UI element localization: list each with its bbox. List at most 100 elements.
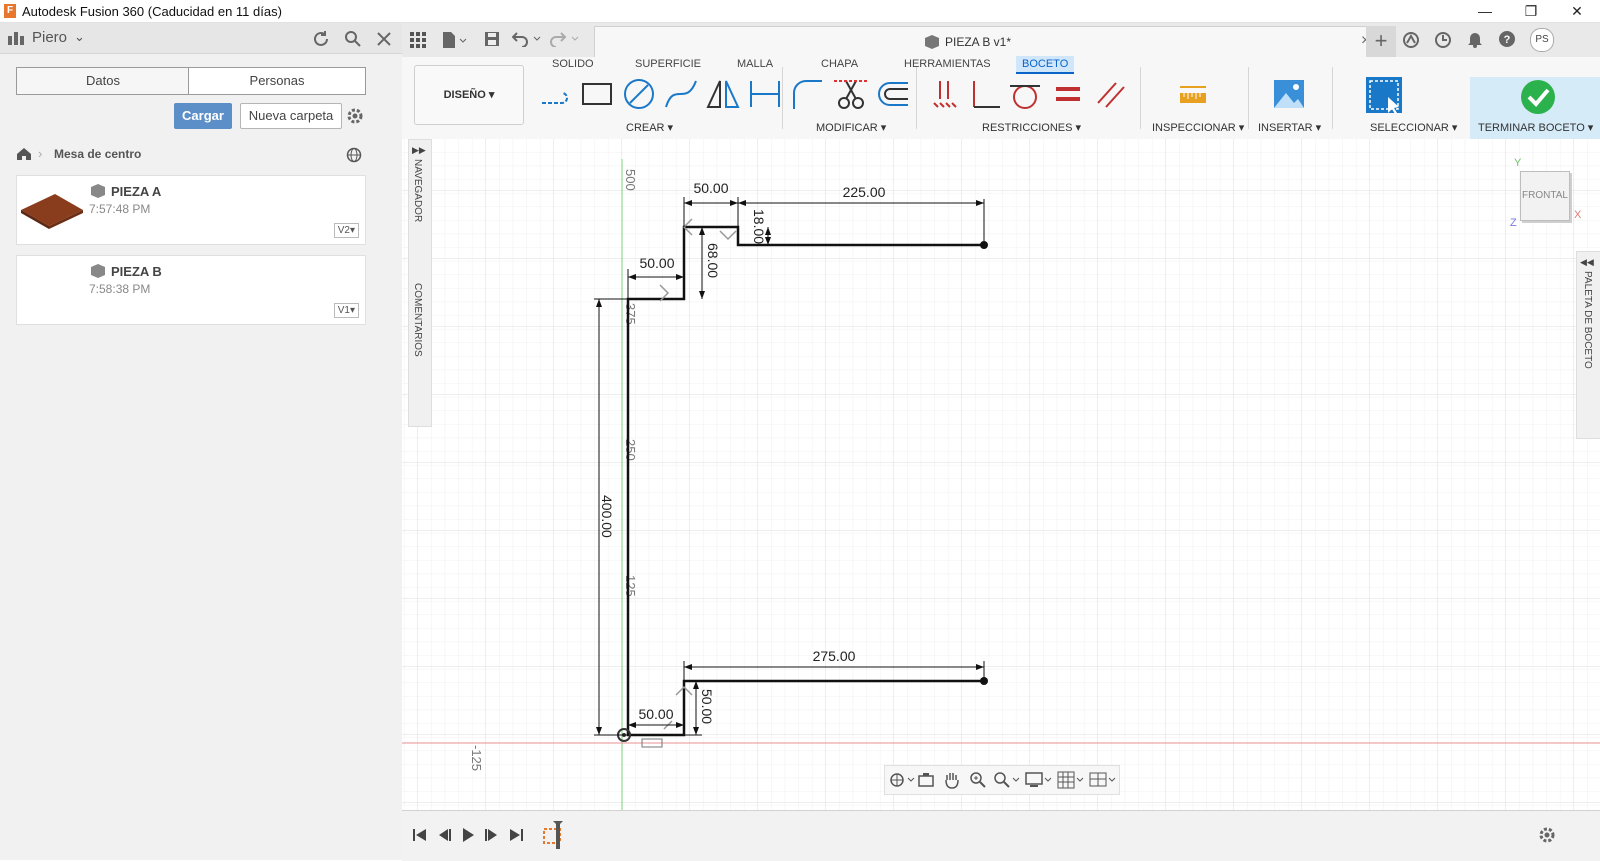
data-panel: Piero ⌄ Datos Personas Cargar Nueva carp… xyxy=(0,23,403,860)
timeline-bar xyxy=(402,810,1600,861)
team-icon[interactable] xyxy=(8,31,24,45)
svg-text:275.00: 275.00 xyxy=(813,648,856,664)
fillet-tool-icon[interactable] xyxy=(790,77,824,111)
save-icon[interactable] xyxy=(484,31,500,47)
sketch-canvas[interactable]: 500 375 250 125 -125 50.00 225.00 18.00 … xyxy=(402,139,1600,810)
tab-solido[interactable]: SOLIDO xyxy=(552,58,594,70)
offset-tool-icon[interactable] xyxy=(876,77,910,111)
tab-datos[interactable]: Datos xyxy=(16,67,190,95)
orbit-icon[interactable] xyxy=(889,771,915,789)
dimension-tool-icon[interactable] xyxy=(748,77,782,111)
group-restricciones[interactable]: RESTRICCIONES ▾ xyxy=(982,121,1081,134)
group-crear[interactable]: CREAR ▾ xyxy=(626,121,673,134)
help-icon[interactable]: ? xyxy=(1498,30,1516,48)
navigator-collapse-icon[interactable]: ▶▶ xyxy=(412,145,426,156)
tab-boceto[interactable]: BOCETO xyxy=(1016,56,1075,74)
divider xyxy=(916,67,917,129)
spline-tool-icon[interactable] xyxy=(664,77,698,111)
redo-icon[interactable] xyxy=(550,31,580,47)
group-inspeccionar[interactable]: INSPECCIONAR ▾ xyxy=(1152,121,1244,134)
tab-chapa[interactable]: CHAPA xyxy=(821,58,858,70)
insert-image-icon[interactable] xyxy=(1272,77,1306,111)
measure-ruler-icon[interactable] xyxy=(1176,77,1210,111)
search-icon[interactable] xyxy=(344,30,362,48)
zoom-window-icon[interactable] xyxy=(993,771,1021,789)
document-tab[interactable]: PIEZA B v1* × xyxy=(594,26,1386,58)
breadcrumb[interactable]: Mesa de centro xyxy=(54,147,141,161)
sketch-palette-label[interactable]: PALETA DE BOCETO xyxy=(1582,271,1593,369)
circle-tool-icon[interactable] xyxy=(622,77,656,111)
go-to-end-icon[interactable] xyxy=(508,827,524,843)
new-tab-button[interactable]: + xyxy=(1366,26,1396,57)
group-modificar[interactable]: MODIFICAR ▾ xyxy=(816,121,886,134)
viewports-icon[interactable] xyxy=(1089,771,1117,789)
gear-icon[interactable] xyxy=(346,107,364,125)
workspace-switcher[interactable]: DISEÑO ▾ xyxy=(414,65,524,125)
job-status-icon[interactable] xyxy=(1434,31,1452,49)
group-insertar[interactable]: INSERTAR ▾ xyxy=(1258,121,1321,134)
coincident-constraint-icon[interactable] xyxy=(928,77,962,111)
list-item[interactable]: PIEZA A 7:57:48 PM V2▾ xyxy=(16,175,366,245)
mirror-tool-icon[interactable] xyxy=(706,77,740,111)
extensions-icon[interactable] xyxy=(1402,31,1420,49)
go-to-start-icon[interactable] xyxy=(412,827,428,843)
refresh-icon[interactable] xyxy=(312,30,330,48)
equal-constraint-icon[interactable] xyxy=(1052,77,1086,111)
maximize-button[interactable]: ❐ xyxy=(1508,0,1554,22)
navigator-label[interactable]: NAVEGADOR xyxy=(412,159,423,222)
version-badge[interactable]: V2▾ xyxy=(333,223,359,238)
list-item[interactable]: PIEZA B 7:58:38 PM V1▾ xyxy=(16,255,366,325)
play-icon[interactable] xyxy=(460,827,476,843)
avatar[interactable]: PS xyxy=(1530,28,1554,52)
line-tool-icon[interactable] xyxy=(538,77,572,111)
timeline-settings-gear-icon[interactable] xyxy=(1538,826,1556,844)
comments-label[interactable]: COMENTARIOS xyxy=(412,283,423,357)
chevron-down-icon[interactable]: ⌄ xyxy=(74,29,85,45)
svg-text:?: ? xyxy=(1504,34,1511,46)
upload-button[interactable]: Cargar xyxy=(174,103,232,129)
close-window-button[interactable]: ✕ xyxy=(1554,0,1600,22)
palette-expand-icon[interactable]: ◀◀ xyxy=(1580,257,1594,268)
minimize-button[interactable]: — xyxy=(1462,0,1508,22)
viewcube-face-front[interactable]: FRONTAL xyxy=(1520,171,1570,221)
parallel-constraint-icon[interactable] xyxy=(1094,77,1128,111)
component-icon xyxy=(925,35,939,49)
svg-text:400.00: 400.00 xyxy=(599,495,615,538)
ruler-label: 250 xyxy=(623,439,638,461)
look-at-icon[interactable] xyxy=(917,771,935,789)
group-seleccionar[interactable]: SELECCIONAR ▾ xyxy=(1370,121,1457,134)
new-folder-button[interactable]: Nueva carpeta xyxy=(240,103,342,129)
group-terminar-boceto[interactable]: TERMINAR BOCETO ▾ xyxy=(1478,121,1593,134)
grid-settings-icon[interactable] xyxy=(1057,771,1085,789)
home-icon[interactable] xyxy=(16,147,32,161)
trim-scissors-icon[interactable] xyxy=(834,77,868,111)
finish-check-icon[interactable] xyxy=(1520,79,1556,115)
divider xyxy=(782,67,783,129)
tab-malla[interactable]: MALLA xyxy=(737,58,773,70)
step-forward-icon[interactable] xyxy=(484,827,500,843)
viewcube[interactable]: FRONTAL Y X Z xyxy=(1510,157,1582,233)
ruler-label: 125 xyxy=(623,575,638,597)
timeline-sketch-feature-icon[interactable] xyxy=(542,819,566,851)
tab-superficie[interactable]: SUPERFICIE xyxy=(635,58,701,70)
undo-icon[interactable] xyxy=(512,31,542,47)
tangent-constraint-icon[interactable] xyxy=(1008,77,1042,111)
step-back-icon[interactable] xyxy=(436,827,452,843)
rectangle-tool-icon[interactable] xyxy=(580,77,614,111)
notifications-icon[interactable] xyxy=(1466,30,1484,48)
pan-hand-icon[interactable] xyxy=(943,770,961,790)
version-badge[interactable]: V1▾ xyxy=(333,303,359,318)
file-menu-icon[interactable] xyxy=(442,31,468,49)
component-icon xyxy=(91,264,105,278)
user-name[interactable]: Piero xyxy=(32,29,67,46)
svg-text:18.00: 18.00 xyxy=(751,209,767,244)
perpendicular-constraint-icon[interactable] xyxy=(968,77,1002,111)
sketch-svg[interactable]: 500 375 250 125 -125 50.00 225.00 18.00 … xyxy=(402,139,1600,810)
apps-grid-icon[interactable] xyxy=(410,32,426,48)
close-panel-icon[interactable] xyxy=(376,31,392,47)
zoom-icon[interactable] xyxy=(969,771,987,789)
tab-personas[interactable]: Personas xyxy=(188,67,366,95)
globe-icon[interactable] xyxy=(346,147,362,163)
select-window-icon[interactable] xyxy=(1364,75,1404,115)
display-settings-icon[interactable] xyxy=(1025,771,1053,789)
